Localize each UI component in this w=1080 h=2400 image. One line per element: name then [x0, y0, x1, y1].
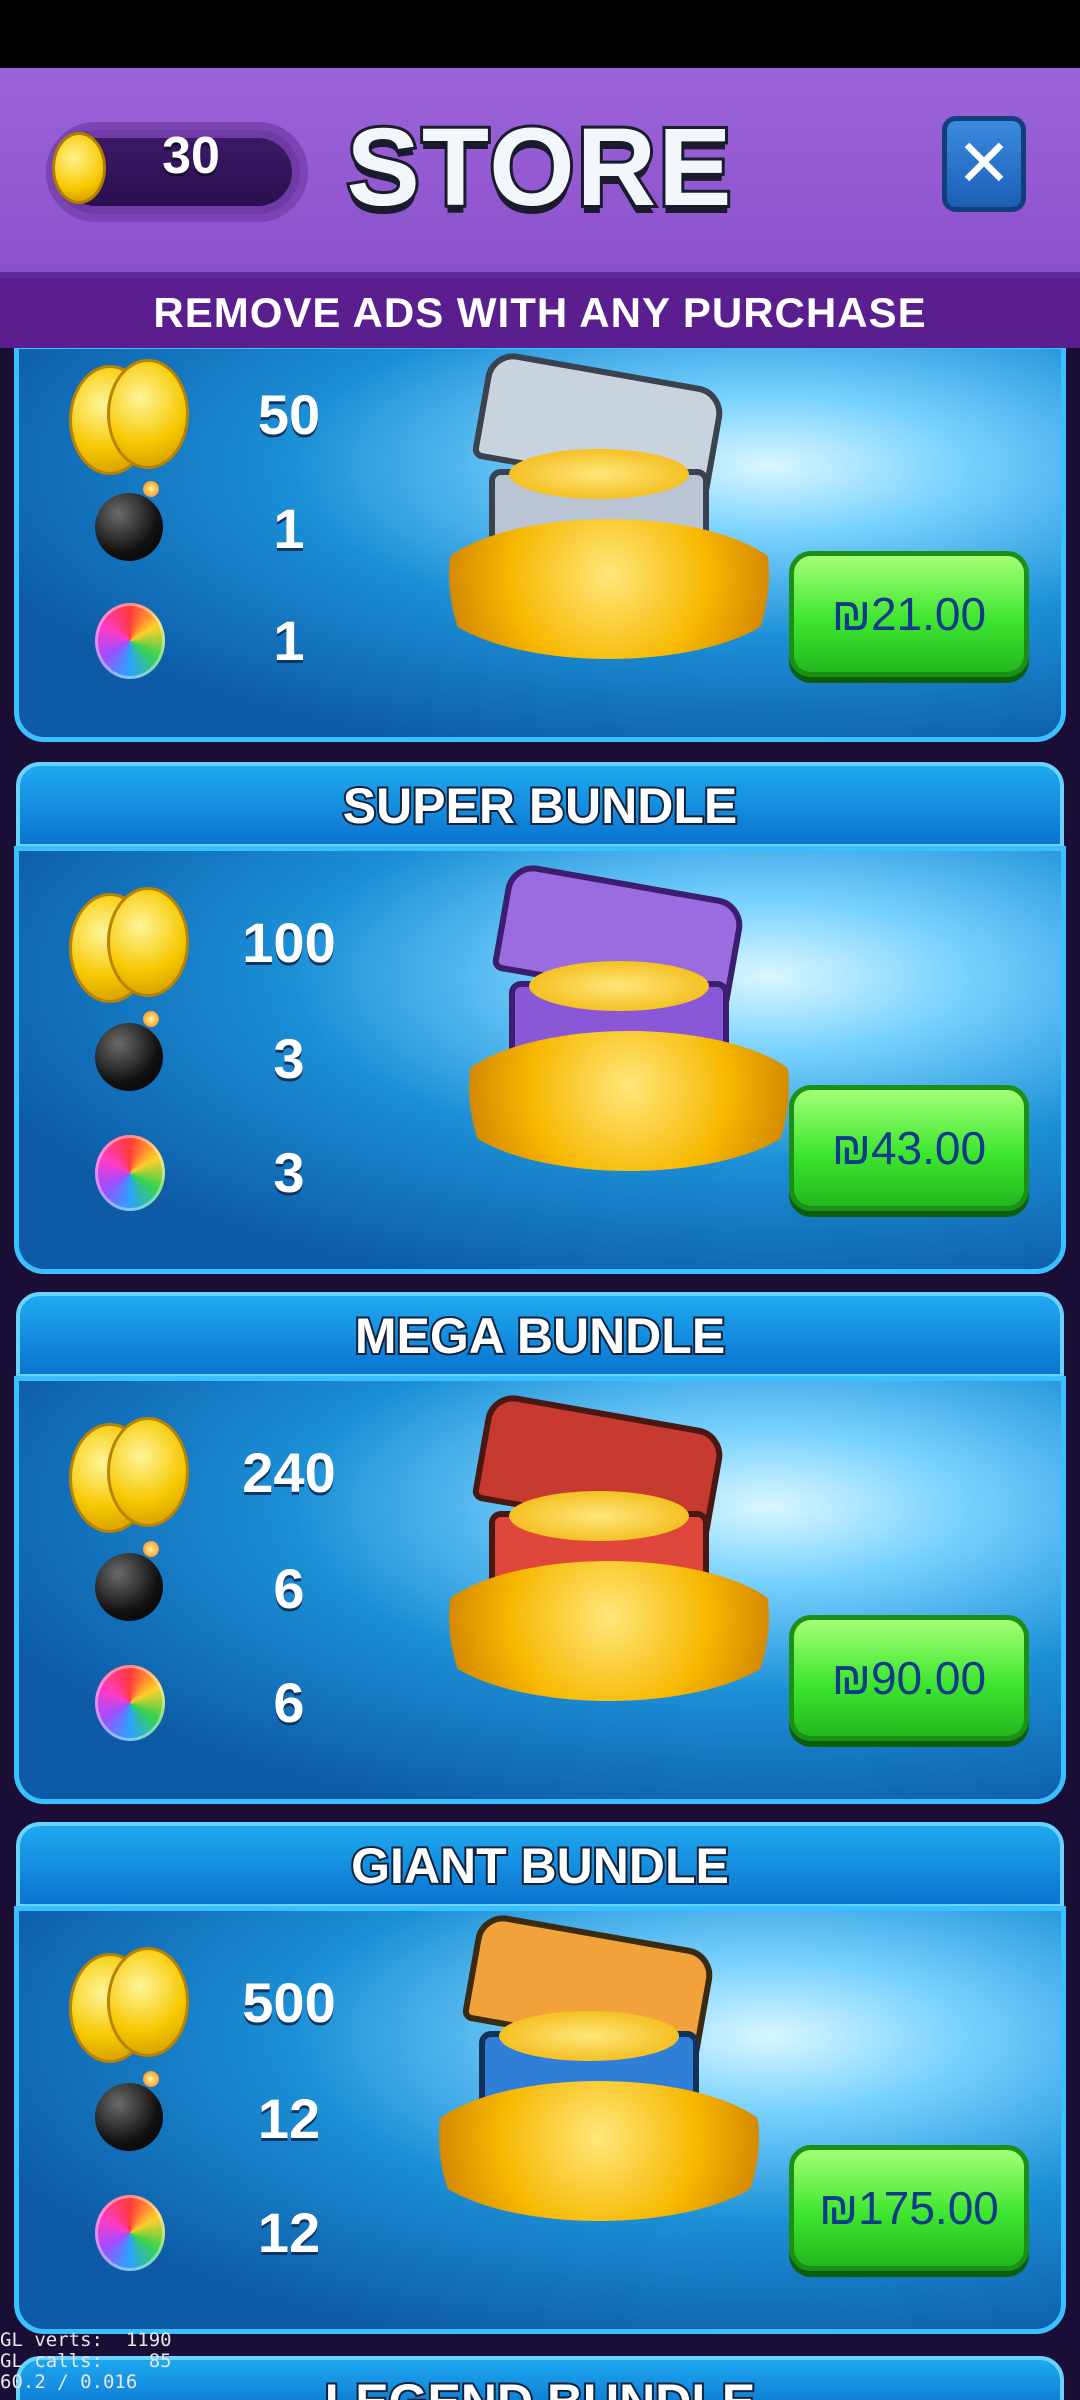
bundle-card-starter: 50 1 1 ₪21.00: [14, 348, 1066, 742]
treasure-chest-icon: [419, 1911, 779, 2231]
page-title: STORE: [344, 105, 735, 231]
buy-button-giant[interactable]: ₪175.00: [789, 2145, 1029, 2271]
coins-quantity: 50: [257, 383, 321, 446]
bundle-item-rainbows: 12: [59, 2193, 359, 2273]
close-button[interactable]: ✕: [942, 116, 1026, 212]
rainbows-quantity: 3: [273, 1141, 305, 1204]
price-label: ₪90.00: [831, 1652, 987, 1704]
close-icon: ✕: [956, 125, 1012, 202]
buy-button-super[interactable]: ₪43.00: [789, 1085, 1029, 1211]
treasure-chest-icon: [449, 860, 809, 1181]
bundle-title-text: SUPER BUNDLE: [341, 776, 739, 836]
coin-icon: [52, 132, 106, 204]
price-label: ₪175.00: [819, 2182, 999, 2234]
price-label: ₪21.00: [831, 588, 987, 640]
bundle-item-rainbows: 6: [59, 1663, 359, 1743]
bombs-quantity: 1: [273, 497, 305, 560]
bombs-quantity: 12: [257, 2087, 321, 2150]
bundle-item-bombs: 6: [59, 1541, 359, 1629]
buy-button-mega[interactable]: ₪90.00: [789, 1615, 1029, 1741]
bundle-title-giant: GIANT BUNDLE: [16, 1822, 1064, 1908]
status-bar: [0, 0, 1080, 68]
treasure-chest-icon: [429, 349, 789, 669]
coins-icon: [69, 1947, 189, 2063]
rainbows-quantity: 12: [257, 2201, 321, 2264]
remove-ads-text: REMOVE ADS WITH ANY PURCHASE: [153, 289, 927, 336]
coins-quantity: 100: [242, 911, 336, 974]
bundle-item-coins: 500: [59, 1947, 359, 2063]
rainbow-ball-icon: [95, 1665, 165, 1741]
bombs-quantity: 6: [273, 1557, 305, 1620]
bundle-item-rainbows: 3: [59, 1133, 359, 1213]
debug-line: GL calls: 85: [0, 2350, 172, 2372]
bundle-item-bombs: 12: [59, 2071, 359, 2159]
buy-button-starter[interactable]: ₪21.00: [789, 551, 1029, 677]
rainbow-ball-icon: [95, 2195, 165, 2271]
remove-ads-banner: REMOVE ADS WITH ANY PURCHASE: [0, 278, 1080, 348]
bundle-card-super: 100 3 3 ₪43.00: [14, 846, 1066, 1274]
bundle-title-mega: MEGA BUNDLE: [16, 1292, 1064, 1378]
bomb-icon: [95, 481, 163, 561]
coin-balance: 30: [46, 122, 308, 222]
bundle-item-bombs: 3: [59, 1011, 359, 1099]
rainbows-quantity: 1: [273, 609, 305, 672]
store-header: 30 STORE ✕: [0, 68, 1080, 278]
debug-overlay: GL verts: 1190 GL calls: 85 60.2 / 0.016: [0, 2330, 300, 2393]
bundle-list[interactable]: 50 1 1 ₪21.00 SUPER BUNDLE 100 3 3 ₪43.0…: [0, 348, 1080, 2400]
bundle-item-coins: 100: [59, 887, 359, 1003]
coins-icon: [69, 1417, 189, 1533]
bundle-item-coins: 50: [59, 359, 359, 475]
treasure-chest-icon: [429, 1390, 789, 1711]
bundle-title-super: SUPER BUNDLE: [16, 762, 1064, 848]
bundle-card-giant: 500 12 12 ₪175.00: [14, 1906, 1066, 2334]
bundle-title-text: MEGA BUNDLE: [353, 1306, 727, 1366]
bundle-item-coins: 240: [59, 1417, 359, 1533]
bundle-card-mega: 240 6 6 ₪90.00: [14, 1376, 1066, 1804]
coins-quantity: 500: [242, 1971, 336, 2034]
bombs-quantity: 3: [273, 1027, 305, 1090]
bomb-icon: [95, 2071, 163, 2151]
debug-line: GL verts: 1190: [0, 2329, 172, 2351]
coins-icon: [69, 359, 189, 475]
bundle-item-rainbows: 1: [59, 601, 359, 681]
coins-quantity: 240: [242, 1441, 336, 1504]
bundle-item-bombs: 1: [59, 481, 359, 569]
debug-line: 60.2 / 0.016: [0, 2371, 138, 2393]
rainbow-ball-icon: [95, 603, 165, 679]
rainbow-ball-icon: [95, 1135, 165, 1211]
coin-balance-value: 30: [162, 127, 220, 185]
coins-icon: [69, 887, 189, 1003]
store-screen: 30 STORE ✕ REMOVE ADS WITH ANY PURCHASE …: [0, 0, 1080, 2400]
bomb-icon: [95, 1011, 163, 1091]
price-label: ₪43.00: [831, 1122, 987, 1174]
rainbows-quantity: 6: [273, 1671, 305, 1734]
bundle-title-text: GIANT BUNDLE: [349, 1836, 731, 1896]
bomb-icon: [95, 1541, 163, 1621]
